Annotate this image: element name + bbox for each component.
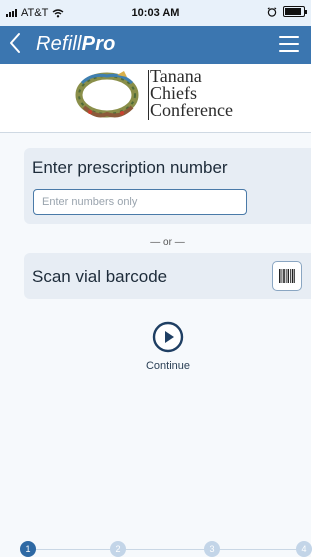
scan-barcode-card[interactable]: Scan vial barcode	[24, 253, 311, 299]
scan-barcode-button[interactable]	[272, 261, 302, 291]
organization-logo: Tanana Chiefs Conference	[0, 64, 311, 132]
scan-heading: Scan vial barcode	[32, 267, 168, 286]
play-circle-icon	[152, 321, 184, 353]
step-2: 2	[110, 541, 126, 557]
prescription-heading: Enter prescription number	[32, 158, 228, 177]
battery-icon	[283, 6, 307, 17]
prescription-number-input[interactable]	[33, 189, 247, 215]
step-progress-line	[28, 549, 303, 550]
logo-line-3: Conference	[150, 100, 233, 120]
status-bar: AT&T 10:03 AM	[0, 0, 311, 26]
app-navbar: RefillPro	[0, 26, 311, 64]
step-indicator: 1 2 3 4	[0, 541, 312, 557]
hamburger-menu-icon[interactable]	[279, 36, 299, 54]
alarm-icon	[267, 6, 277, 17]
status-right	[267, 6, 307, 17]
step-1: 1	[20, 541, 36, 557]
logo-divider	[148, 70, 149, 120]
status-time: 10:03 AM	[131, 7, 180, 19]
logo-wordmark: Tanana Chiefs Conference	[150, 67, 233, 120]
continue-button[interactable]: Continue	[130, 321, 206, 372]
prescription-number-card: Enter prescription number	[24, 148, 311, 224]
main-content: Enter prescription number — or — Scan vi…	[0, 132, 312, 557]
app-title-bold: Pro	[81, 33, 116, 55]
step-4: 4	[296, 541, 312, 557]
barcode-icon	[279, 269, 295, 283]
chevron-left-icon	[10, 33, 20, 53]
back-button[interactable]	[8, 32, 36, 58]
app-title-light: Refill	[36, 33, 82, 55]
continue-label: Continue	[145, 360, 191, 372]
step-3: 3	[204, 541, 220, 557]
or-divider: — or —	[150, 237, 185, 248]
logo-emblem-icon	[75, 71, 139, 118]
app-title: RefillPro	[36, 33, 116, 56]
